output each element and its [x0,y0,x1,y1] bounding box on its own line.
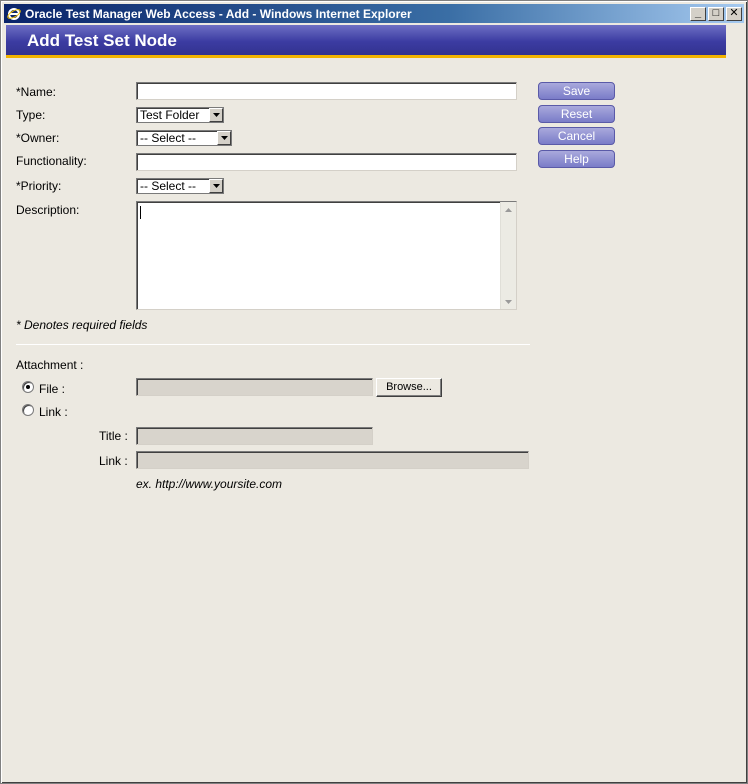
internet-explorer-icon [6,6,22,22]
chevron-down-icon [217,131,231,145]
page-header: Add Test Set Node [6,25,726,58]
chevron-down-icon [209,179,223,193]
reset-button[interactable]: Reset [538,105,615,123]
help-button[interactable]: Help [538,150,615,168]
save-button[interactable]: Save [538,82,615,100]
functionality-label: Functionality: [16,154,87,168]
owner-label: *Owner: [16,131,60,145]
link-title-label: Title : [99,429,128,443]
close-button[interactable]: ✕ [726,6,742,21]
right-frame [730,25,744,781]
link-radio[interactable] [22,404,34,416]
window-title: Oracle Test Manager Web Access - Add - W… [25,6,412,21]
file-path-input[interactable] [136,378,373,396]
link-radio-label: Link : [39,405,68,419]
priority-select[interactable]: -- Select -- [136,178,224,194]
name-label: *Name: [16,85,57,99]
name-input[interactable] [136,82,517,100]
link-example-text: ex. http://www.yoursite.com [136,477,283,491]
type-select[interactable]: Test Folder [136,107,224,123]
cancel-button[interactable]: Cancel [538,127,615,145]
priority-select-value: -- Select -- [140,179,197,193]
file-radio-label: File : [39,382,66,396]
description-scrollbar[interactable] [500,202,516,309]
attachment-label: Attachment : [16,358,84,372]
form-area: *Name: Type: Test Folder *Owner: -- Sele… [6,61,726,781]
owner-select[interactable]: -- Select -- [136,130,232,146]
maximize-button[interactable]: □ [708,6,724,21]
text-caret [140,206,141,219]
section-divider [16,344,530,345]
description-textarea[interactable] [136,201,517,310]
chevron-down-icon [209,108,223,122]
owner-select-value: -- Select -- [140,131,197,145]
scroll-up-icon[interactable] [501,202,516,217]
link-url-label: Link : [99,454,128,468]
browser-window: Oracle Test Manager Web Access - Add - W… [0,0,748,784]
browse-button[interactable]: Browse... [376,378,442,397]
link-title-input[interactable] [136,427,373,445]
type-label: Type: [16,108,46,122]
required-fields-note: * Denotes required fields [16,318,148,332]
priority-label: *Priority: [16,179,62,193]
link-url-input[interactable] [136,451,529,469]
functionality-input[interactable] [136,153,517,171]
type-select-value: Test Folder [140,108,200,122]
minimize-button[interactable]: _ [690,6,706,21]
title-bar: Oracle Test Manager Web Access - Add - W… [4,4,744,23]
scroll-down-icon[interactable] [501,294,516,309]
description-label: Description: [16,203,80,217]
file-radio[interactable] [22,381,34,393]
